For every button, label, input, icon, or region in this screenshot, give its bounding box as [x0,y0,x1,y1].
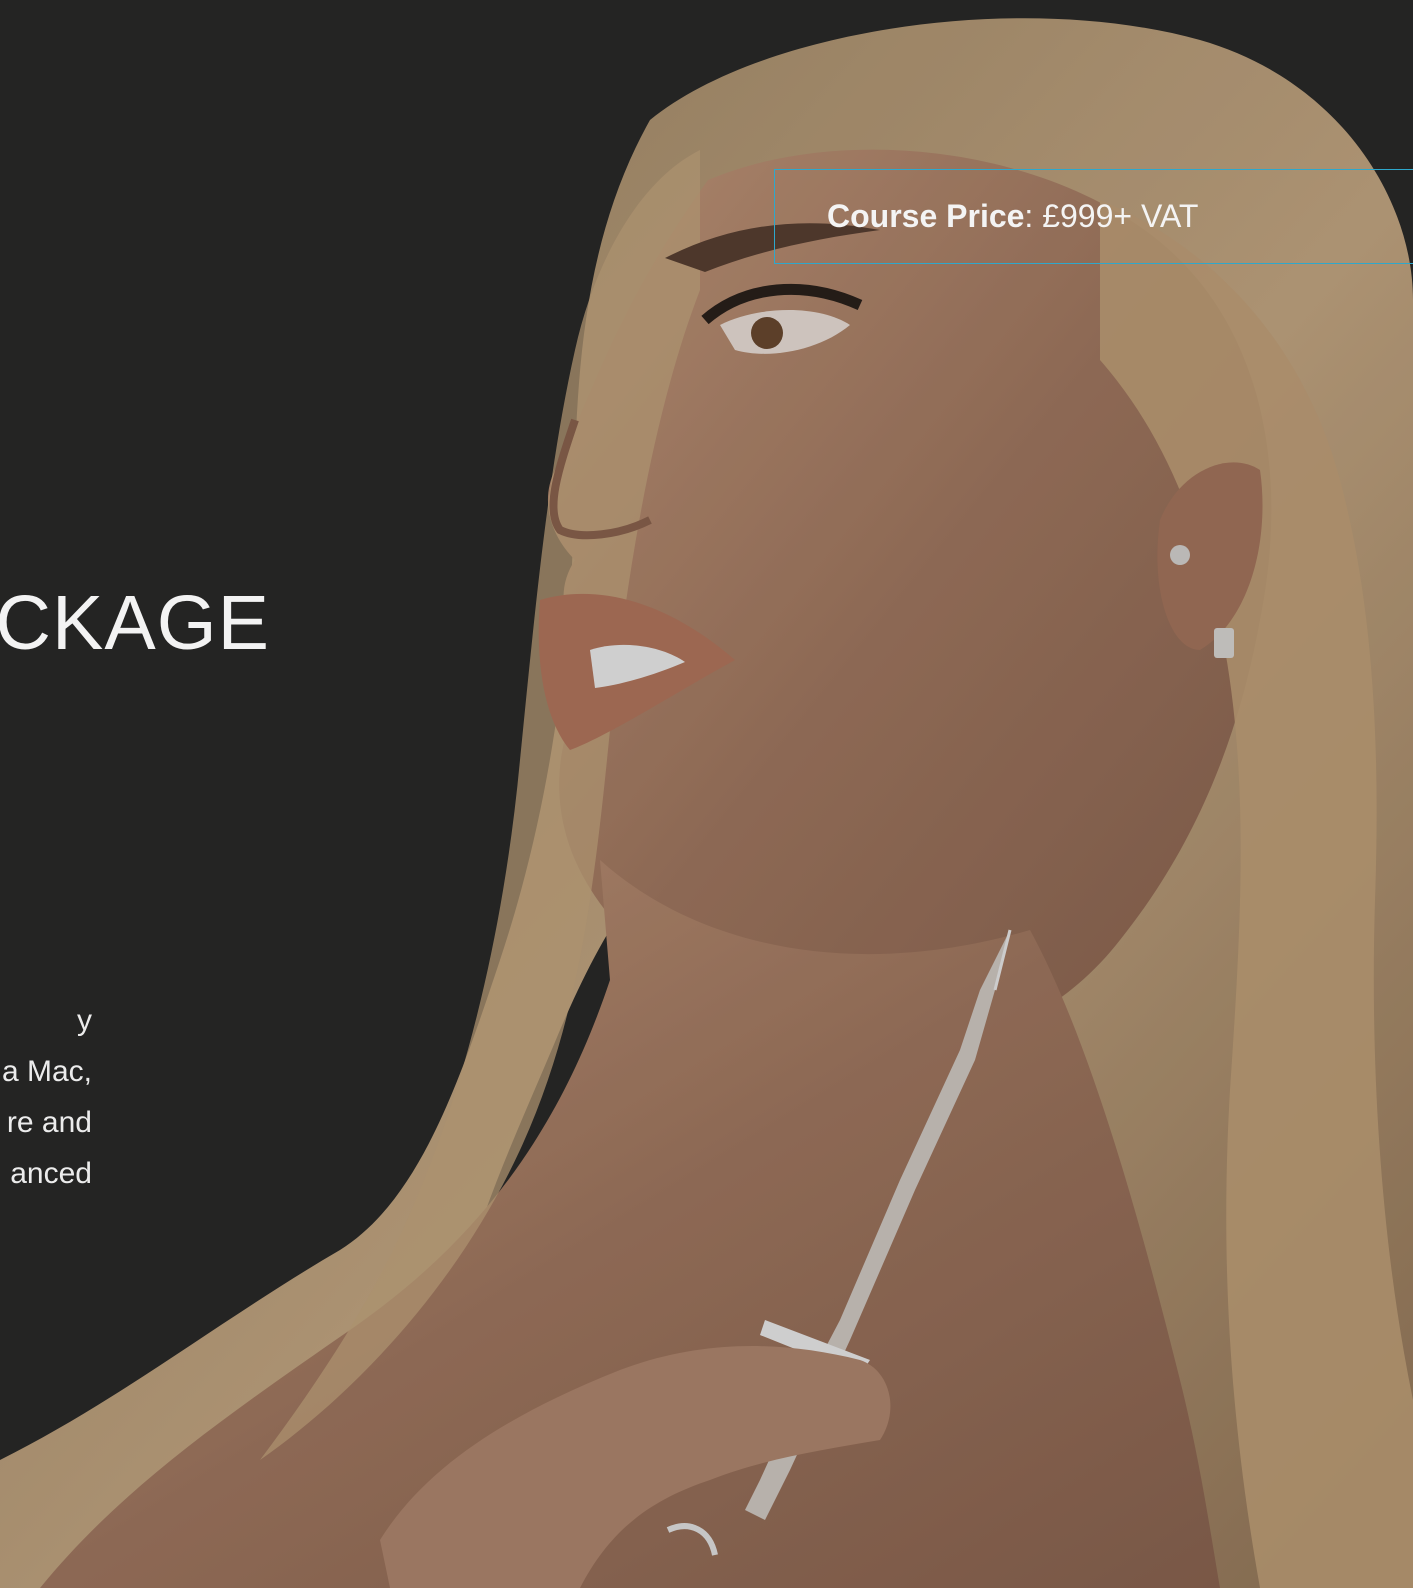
course-description: y a Mac, re and anced [0,995,92,1199]
page: ACKAGE y a Mac, re and anced Course Pric… [0,0,1413,1588]
description-line: y [77,1004,92,1037]
course-price-text: Course Price: £999+ VAT [827,198,1198,234]
description-line: re and [6,1106,92,1139]
course-price-label: Course Price [827,198,1025,234]
course-price-separator: : [1024,198,1043,234]
course-price-value: £999+ VAT [1042,198,1199,234]
description-line: a Mac, [1,1055,92,1088]
course-price-box: Course Price: £999+ VAT [774,169,1413,264]
page-title: ACKAGE [0,580,270,666]
description-line: anced [10,1157,92,1190]
